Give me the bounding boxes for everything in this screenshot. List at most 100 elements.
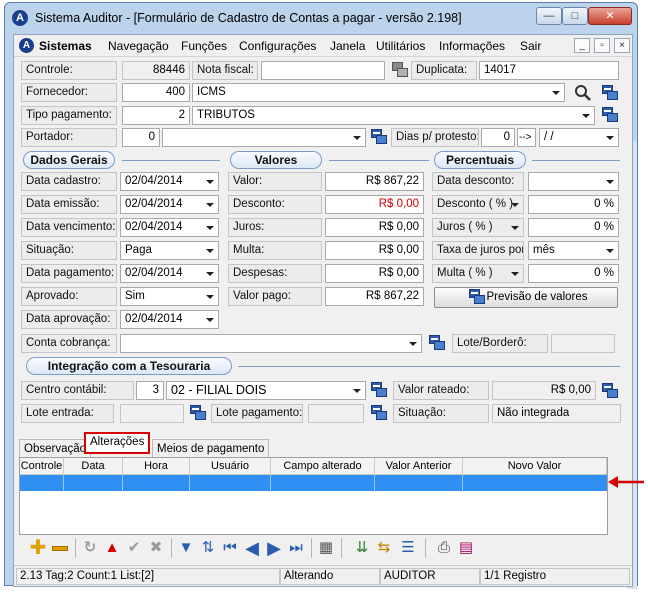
tipo-pagamento-code-field[interactable]: 2 <box>122 106 190 125</box>
centro-contabil-cadastro-icon[interactable] <box>371 382 388 399</box>
last-record-icon[interactable]: ⏭ <box>287 539 305 557</box>
table-cell <box>271 475 375 491</box>
dias-protesto-field[interactable]: 0 <box>481 128 515 147</box>
menu-sair[interactable]: Sair <box>520 39 541 53</box>
menu-configuracoes[interactable]: Configurações <box>239 39 316 53</box>
previsao-valores-button[interactable]: Previsão de valores <box>434 287 618 308</box>
tab-observacao[interactable]: Observação <box>19 439 92 459</box>
mdi-close-button[interactable]: × <box>614 38 630 53</box>
menu-navegacao[interactable]: Navegação <box>108 39 169 53</box>
import-icon[interactable]: ⇊ <box>353 539 371 557</box>
menu-sistemas[interactable]: Sistemas <box>39 39 92 53</box>
juros-tipo-select[interactable]: Juros ( % ) <box>432 218 524 237</box>
multa-field[interactable]: R$ 0,00 <box>325 241 424 260</box>
valor-pago-field[interactable]: R$ 867,22 <box>325 287 424 306</box>
data-cadastro-field[interactable]: 02/04/2014 <box>120 172 219 191</box>
data-emissao-field[interactable]: 02/04/2014 <box>120 195 219 214</box>
column-header-controle[interactable]: Controle <box>20 458 64 475</box>
next-record-icon[interactable]: ▶ <box>265 539 283 557</box>
minimize-button[interactable]: — <box>536 7 562 25</box>
conta-cobranca-cadastro-icon[interactable] <box>429 335 446 352</box>
centro-contabil-select[interactable]: 02 - FILIAL DOIS <box>166 381 366 400</box>
taxa-juros-select[interactable]: mês <box>528 241 619 260</box>
calendar-icon[interactable]: ▤ <box>457 539 475 557</box>
dias-protesto-arrow-button[interactable]: --> <box>517 128 536 147</box>
first-record-icon[interactable]: ⏮ <box>221 539 239 557</box>
juros-percent-field[interactable]: 0 % <box>528 218 619 237</box>
previous-record-icon[interactable]: ◀ <box>243 539 261 557</box>
confirm-icon[interactable]: ✔ <box>125 539 143 557</box>
fornecedor-cadastro-icon[interactable] <box>602 85 619 102</box>
menu-informacoes[interactable]: Informações <box>439 39 505 53</box>
data-vencimento-field[interactable]: 02/04/2014 <box>120 218 219 237</box>
sort-icon[interactable]: ⇅ <box>199 539 217 557</box>
multa-percent-field[interactable]: 0 % <box>528 264 619 283</box>
portador-select[interactable] <box>162 128 366 147</box>
centro-contabil-code-field[interactable]: 3 <box>136 381 164 400</box>
nota-fiscal-field[interactable] <box>261 61 385 80</box>
desconto-percent-field[interactable]: 0 % <box>528 195 619 214</box>
multa-tipo-select[interactable]: Multa ( % ) <box>432 264 524 283</box>
tab-alteracoes[interactable]: Alterações <box>84 432 151 454</box>
alteracoes-grid[interactable]: Controle Data Hora Usuário Campo alterad… <box>19 457 608 535</box>
transfer-icon[interactable]: ⇆ <box>375 539 393 557</box>
fornecedor-code-field[interactable]: 400 <box>122 83 190 102</box>
menu-janela[interactable]: Janela <box>330 39 365 53</box>
desconto-field[interactable]: R$ 0,00 <box>325 195 424 214</box>
lote-bordero-label: Lote/Borderô: <box>452 334 548 353</box>
maximize-button[interactable]: □ <box>562 7 588 25</box>
tab-meios-pagamento[interactable]: Meios de pagamento <box>152 439 270 459</box>
calculator-icon[interactable]: ▦ <box>317 539 335 557</box>
situacao-select[interactable]: Paga <box>120 241 219 260</box>
portador-code-field[interactable]: 0 <box>122 128 160 147</box>
portador-label: Portador: <box>21 128 117 147</box>
list-settings-icon[interactable]: ☰ <box>399 539 417 557</box>
lote-pagamento-icon[interactable] <box>371 405 388 422</box>
despesas-field[interactable]: R$ 0,00 <box>325 264 424 283</box>
menu-funcoes[interactable]: Funções <box>181 39 227 53</box>
lote-pagamento-field <box>308 404 364 423</box>
column-header-campo-alterado[interactable]: Campo alterado <box>271 458 375 475</box>
delete-warning-icon[interactable]: ▲ <box>103 539 121 557</box>
filter-icon[interactable]: ▼ <box>177 539 195 557</box>
duplicata-lookup-icon[interactable] <box>392 62 409 79</box>
column-header-data[interactable]: Data <box>64 458 123 475</box>
tipo-pagamento-select[interactable]: TRIBUTOS <box>192 106 595 125</box>
menu-utilitarios[interactable]: Utilitários <box>376 39 425 53</box>
print-icon[interactable]: ⎙ <box>435 539 453 557</box>
refresh-icon[interactable]: ↻ <box>81 539 99 557</box>
add-record-icon[interactable]: ✚ <box>29 538 47 558</box>
lote-entrada-field <box>120 404 184 423</box>
juros-label: Juros: <box>228 218 322 237</box>
data-desconto-field[interactable] <box>528 172 619 191</box>
column-header-novo-valor[interactable]: Novo Valor <box>463 458 607 475</box>
lote-entrada-icon[interactable] <box>190 405 207 422</box>
close-window-button[interactable]: ✕ <box>588 7 632 25</box>
column-header-hora[interactable]: Hora <box>123 458 190 475</box>
status-record-count: 1/1 Registro <box>480 568 630 585</box>
table-row[interactable] <box>20 475 607 491</box>
data-aprovacao-field[interactable]: 02/04/2014 <box>120 310 219 329</box>
remove-record-icon[interactable] <box>51 539 69 557</box>
dias-protesto-date-field[interactable]: / / <box>539 128 619 147</box>
fornecedor-select[interactable]: ICMS <box>192 83 565 102</box>
search-icon[interactable] <box>574 84 592 102</box>
valor-field[interactable]: R$ 867,22 <box>325 172 424 191</box>
conta-cobranca-select[interactable] <box>120 334 422 353</box>
portador-cadastro-icon[interactable] <box>371 129 388 146</box>
column-header-valor-anterior[interactable]: Valor Anterior <box>375 458 463 475</box>
cancel-icon[interactable]: ✖ <box>147 539 165 557</box>
juros-field[interactable]: R$ 0,00 <box>325 218 424 237</box>
aprovado-select[interactable]: Sim <box>120 287 219 306</box>
valor-label: Valor: <box>228 172 322 191</box>
desconto-tipo-select[interactable]: Desconto ( % ) <box>432 195 524 214</box>
tipo-pagamento-cadastro-icon[interactable] <box>602 107 619 124</box>
table-cell <box>64 475 123 491</box>
duplicata-label: Duplicata: <box>411 61 477 80</box>
mdi-restore-button[interactable]: ▫ <box>594 38 610 53</box>
mdi-minimize-button[interactable]: _ <box>574 38 590 53</box>
column-header-usuario[interactable]: Usuário <box>190 458 271 475</box>
valor-rateado-icon[interactable] <box>602 383 619 400</box>
duplicata-field[interactable]: 14017 <box>479 61 619 80</box>
data-pagamento-field[interactable]: 02/04/2014 <box>120 264 219 283</box>
